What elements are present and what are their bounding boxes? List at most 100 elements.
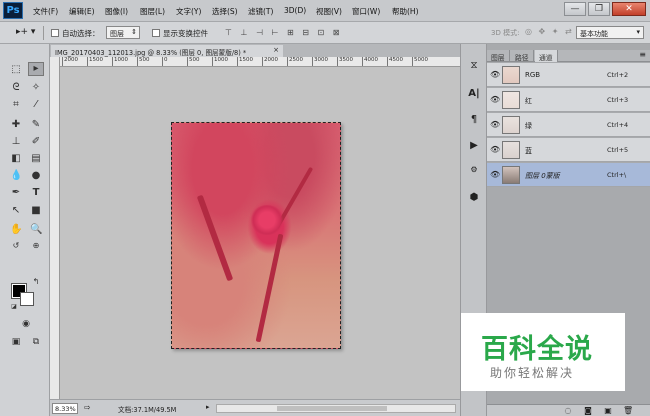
horizontal-scrollbar[interactable] [216, 404, 456, 413]
dropdown-arrow-icon: ⇕ [131, 28, 137, 36]
blur-tool-icon[interactable]: 💧 [10, 170, 22, 182]
tab-channels[interactable]: 通道 [535, 50, 558, 62]
document-tab[interactable]: IMG_20170403_112013.jpg @ 8.33% (图层 0, 图… [51, 45, 283, 57]
channel-row-rgb[interactable]: 👁 RGB Ctrl+2 [487, 63, 650, 87]
zoom-tool-icon[interactable]: 🔍 [30, 224, 42, 236]
menu-window[interactable]: 窗口(W) [352, 6, 380, 17]
visibility-eye-icon[interactable]: 👁 [490, 95, 500, 105]
eyedropper-icon[interactable]: ⁄ [30, 99, 42, 111]
horizontal-ruler: 2000 1500 1000 500 0 500 1000 1500 2000 … [60, 57, 460, 67]
workspace-dropdown[interactable]: 基本功能 ▾ [576, 26, 644, 39]
brush-tool-icon[interactable]: ✎ [30, 119, 42, 131]
menu-image[interactable]: 图像(I) [105, 6, 128, 17]
channel-row-red[interactable]: 👁 红 Ctrl+3 [487, 88, 650, 112]
visibility-eye-icon[interactable]: 👁 [490, 70, 500, 80]
panel-menu-icon[interactable]: ≡ [639, 50, 646, 59]
tab-paths[interactable]: 路径 [511, 50, 534, 62]
channel-name: RGB [525, 71, 541, 79]
window-controls: — ❐ ✕ [564, 2, 646, 16]
menu-file[interactable]: 文件(F) [33, 6, 58, 17]
menu-type[interactable]: 文字(Y) [176, 6, 201, 17]
channel-thumbnail [502, 141, 520, 159]
default-colors-icon[interactable]: ◪ [8, 301, 20, 313]
history-brush-icon[interactable]: ✐ [30, 136, 42, 148]
menu-layer[interactable]: 图层(L) [140, 6, 165, 17]
menu-select[interactable]: 选择(S) [212, 6, 238, 17]
screen-mode-icon[interactable]: ▣ [10, 336, 22, 348]
lasso-tool-icon[interactable]: ᘓ [10, 82, 22, 94]
rectangle-tool-icon[interactable]: ■ [30, 205, 42, 217]
visibility-eye-icon[interactable]: 👁 [490, 145, 500, 155]
3d-rotate-icon[interactable]: ↺ [10, 240, 22, 252]
ruler-tick: 5000 [412, 57, 428, 66]
dodge-tool-icon[interactable]: ● [30, 170, 42, 182]
paragraph-panel-icon[interactable]: ¶ [466, 112, 482, 128]
crop-tool-icon[interactable]: ⌗ [10, 99, 22, 111]
menu-bar: Ps 文件(F) 编辑(E) 图像(I) 图层(L) 文字(Y) 选择(S) 滤… [0, 0, 650, 22]
tab-layers[interactable]: 图层 [487, 50, 510, 62]
type-tool-icon[interactable]: T [30, 187, 42, 199]
show-transform-checkbox[interactable] [152, 29, 160, 37]
menu-3d[interactable]: 3D(D) [284, 6, 306, 15]
quick-mask-icon[interactable]: ◉ [20, 318, 32, 330]
document-info: 文档:37.1M/49.5M [118, 406, 177, 414]
menu-filter[interactable]: 滤镜(T) [248, 6, 273, 17]
channel-row-green[interactable]: 👁 绿 Ctrl+4 [487, 113, 650, 137]
menu-edit[interactable]: 编辑(E) [69, 6, 95, 17]
auto-select-value: 图层 [110, 30, 124, 38]
document-canvas[interactable] [171, 122, 341, 349]
close-button[interactable]: ✕ [612, 2, 646, 16]
screen-mode-alt-icon[interactable]: ⧉ [30, 336, 42, 348]
swap-colors-icon[interactable]: ↰ [30, 276, 42, 288]
divider [43, 26, 44, 40]
close-tab-icon[interactable]: × [273, 46, 279, 54]
channel-shortcut: Ctrl+\ [607, 171, 627, 179]
properties-panel-icon[interactable]: ⚙ [466, 162, 482, 178]
restore-button[interactable]: ❐ [588, 2, 610, 16]
visibility-eye-icon[interactable]: 👁 [490, 170, 500, 180]
actions-panel-icon[interactable]: ▶ [466, 138, 482, 154]
load-selection-icon[interactable]: ◌ [563, 406, 573, 416]
3d-pan-icon[interactable]: ⊕ [30, 240, 42, 252]
canvas-area[interactable] [60, 67, 460, 399]
healing-brush-icon[interactable]: ✚ [10, 119, 22, 131]
path-selection-icon[interactable]: ↖ [10, 205, 22, 217]
zoom-field[interactable]: 8.33% [52, 403, 78, 414]
workspace-value: 基本功能 [580, 30, 608, 38]
marquee-tool-icon[interactable]: ⬚ [10, 64, 22, 76]
eraser-tool-icon[interactable]: ◧ [10, 153, 22, 165]
ruler-tick: 1000 [112, 57, 128, 66]
auto-select-dropdown[interactable]: 图层 ⇕ [106, 26, 140, 39]
3d-panel-icon[interactable]: ⬢ [466, 190, 482, 206]
background-color-swatch[interactable] [20, 292, 34, 306]
channel-shortcut: Ctrl+2 [607, 71, 629, 79]
channel-shortcut: Ctrl+3 [607, 96, 629, 104]
status-menu-arrow-icon[interactable]: ▸ [206, 403, 210, 411]
clone-stamp-icon[interactable]: ⊥ [10, 136, 22, 148]
minimize-button[interactable]: — [564, 2, 586, 16]
pen-tool-icon[interactable]: ✒ [10, 187, 22, 199]
channel-row-blue[interactable]: 👁 蓝 Ctrl+5 [487, 138, 650, 162]
ruler-tick: 500 [137, 57, 150, 66]
show-transform-label: 显示变换控件 [163, 29, 208, 38]
menu-view[interactable]: 视图(V) [316, 6, 342, 17]
history-panel-icon[interactable]: ⧖ [466, 58, 482, 74]
ruler-tick: 3000 [312, 57, 328, 66]
export-icon[interactable]: ⇨ [84, 403, 91, 412]
gradient-tool-icon[interactable]: ▤ [30, 153, 42, 165]
new-channel-icon[interactable]: ▣ [603, 406, 613, 416]
menu-help[interactable]: 帮助(H) [392, 6, 419, 17]
channel-row-layer-mask[interactable]: 👁 图层 0蒙版 Ctrl+\ [487, 163, 650, 187]
visibility-eye-icon[interactable]: 👁 [490, 120, 500, 130]
character-panel-icon[interactable]: A| [466, 86, 482, 102]
auto-select-checkbox[interactable] [51, 29, 59, 37]
move-tool-icon[interactable]: ▸ [28, 62, 44, 76]
hand-tool-icon[interactable]: ✋ [10, 224, 22, 236]
vertical-ruler [50, 57, 60, 399]
delete-channel-icon[interactable]: 🗑 [623, 406, 633, 416]
save-selection-icon[interactable]: ◙ [583, 406, 593, 416]
scrollbar-thumb[interactable] [277, 406, 387, 411]
magic-wand-icon[interactable]: ✧ [30, 82, 42, 94]
align-icons[interactable]: ⊤ ⊥ ⊣ ⊢ ⊞ ⊟ ⊡ ⊠ [225, 28, 343, 37]
move-tool-preset-icon[interactable]: ▸+ ▾ [16, 27, 35, 37]
